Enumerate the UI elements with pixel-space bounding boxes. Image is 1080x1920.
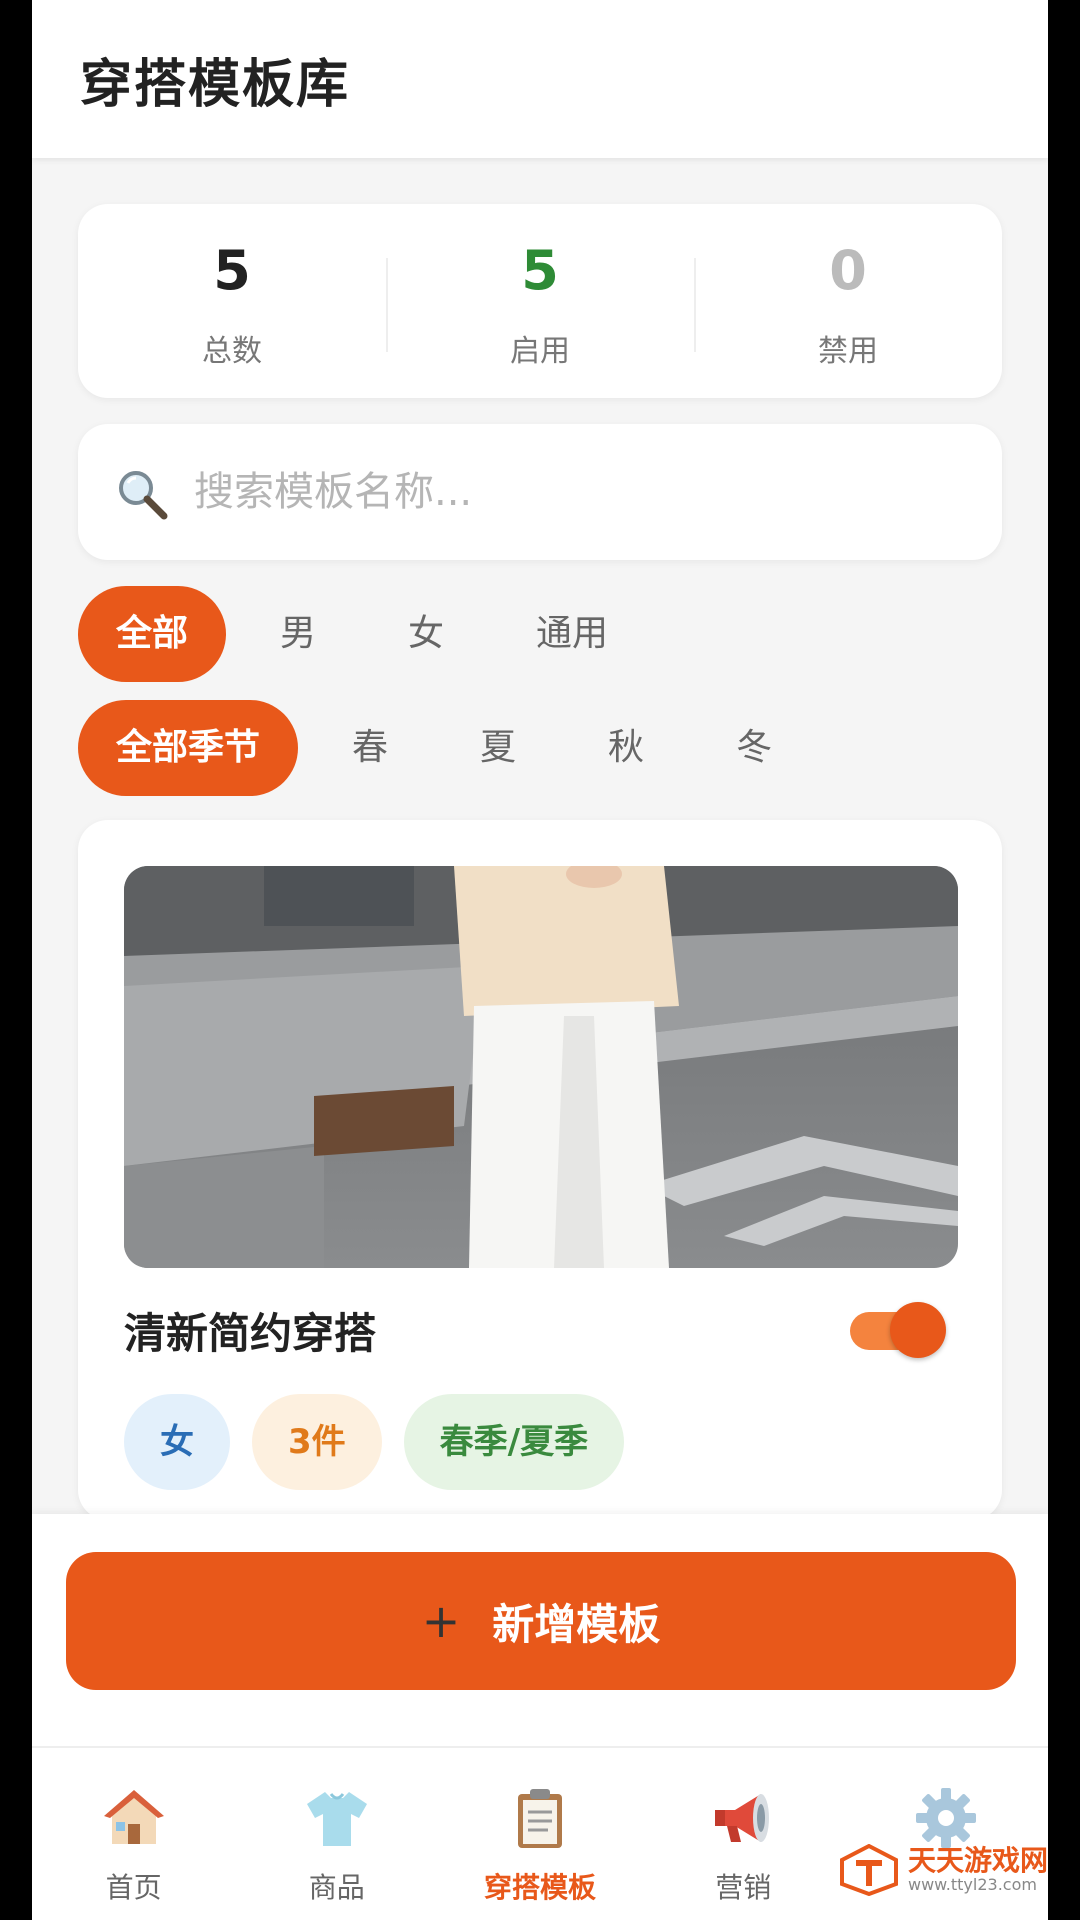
stat-disabled-label: 禁用 <box>818 334 878 369</box>
gear-icon <box>916 1788 977 1848</box>
watermark-name: 天天游戏网 <box>908 1844 1048 1877</box>
tag-item-count: 3件 <box>252 1394 382 1490</box>
season-filter: 全部季节 春 夏 秋 冬 <box>78 700 826 796</box>
watermark-logo-icon <box>840 1844 898 1896</box>
filter-gender-all[interactable]: 全部 <box>78 586 227 682</box>
bottom-action-panel: + 新增模板 <box>32 1514 1048 1746</box>
megaphone-icon <box>715 1794 770 1842</box>
stat-enabled-value: 5 <box>521 239 559 302</box>
filter-season-all[interactable]: 全部季节 <box>78 700 299 796</box>
search-bar[interactable] <box>78 424 1002 560</box>
gender-filter: 全部 男 女 通用 <box>78 586 662 682</box>
tag-season: 春季/夏季 <box>403 1394 625 1490</box>
tab-products[interactable]: 商品 <box>235 1748 438 1920</box>
stat-enabled: 5 启用 <box>386 204 694 398</box>
clipboard-icon <box>518 1789 562 1848</box>
tab-outfit-templates-label: 穿搭模板 <box>484 1871 597 1904</box>
add-template-label: 新增模板 <box>492 1599 661 1649</box>
template-enabled-toggle[interactable] <box>850 1302 946 1358</box>
filter-gender-female[interactable]: 女 <box>370 586 482 682</box>
house-icon <box>103 1790 164 1844</box>
stat-disabled-value: 0 <box>829 239 867 302</box>
watermark-url: www.ttyl23.com <box>908 1875 1037 1894</box>
tab-home-label: 首页 <box>105 1871 162 1904</box>
filter-season-summer[interactable]: 夏 <box>442 700 554 796</box>
filter-gender-male[interactable]: 男 <box>242 586 354 682</box>
filter-season-winter[interactable]: 冬 <box>698 700 810 796</box>
template-tags: 女 3件 春季/夏季 <box>124 1394 646 1490</box>
tab-outfit-templates[interactable]: 穿搭模板 <box>438 1748 641 1920</box>
stat-total-value: 5 <box>213 239 251 302</box>
plus-icon: + <box>421 1594 461 1648</box>
filter-gender-unisex[interactable]: 通用 <box>498 586 646 682</box>
stat-total-label: 总数 <box>202 334 262 369</box>
app-screen: 穿搭模板库 5 总数 5 启用 0 禁用 全部 男 女 通用 全部季节 春 夏 <box>32 0 1048 1920</box>
header: 穿搭模板库 <box>32 0 1048 158</box>
stat-disabled: 0 禁用 <box>694 204 1002 398</box>
stat-enabled-label: 启用 <box>510 334 570 369</box>
filter-season-autumn[interactable]: 秋 <box>570 700 682 796</box>
template-title: 清新简约穿搭 <box>124 1309 377 1358</box>
tab-products-label: 商品 <box>308 1871 365 1904</box>
tag-gender: 女 <box>124 1394 230 1490</box>
filter-season-spring[interactable]: 春 <box>314 700 426 796</box>
outfit-photo <box>124 866 958 1268</box>
magnifier-icon <box>119 471 168 520</box>
site-watermark: 天天游戏网 www.ttyl23.com <box>840 1844 1048 1896</box>
tshirt-icon <box>306 1792 367 1846</box>
tab-home[interactable]: 首页 <box>32 1748 235 1920</box>
stat-total: 5 总数 <box>78 204 386 398</box>
add-template-button[interactable]: + 新增模板 <box>66 1552 1016 1690</box>
page-title: 穿搭模板库 <box>80 55 351 115</box>
search-input[interactable] <box>194 454 954 530</box>
tab-marketing-label: 营销 <box>715 1871 772 1904</box>
template-card[interactable]: 清新简约穿搭 女 3件 春季/夏季 <box>78 820 1002 1520</box>
tab-marketing[interactable]: 营销 <box>642 1748 845 1920</box>
stats-card: 5 总数 5 启用 0 禁用 <box>78 204 1002 398</box>
toggle-knob <box>890 1302 946 1358</box>
